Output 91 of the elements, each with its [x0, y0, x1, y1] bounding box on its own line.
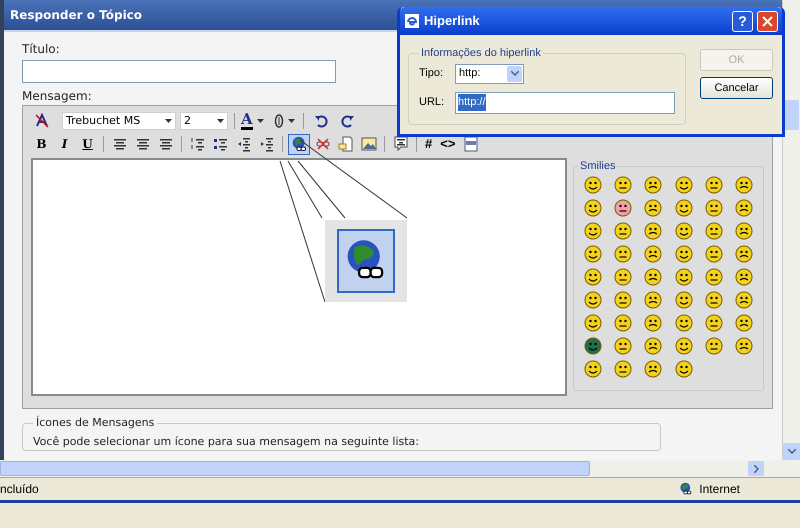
smiley-icon[interactable]	[614, 360, 632, 378]
globe-link-icon	[290, 136, 308, 152]
smiley-icon[interactable]	[734, 176, 753, 194]
smiley-icon[interactable]	[584, 360, 602, 378]
smiley-icon[interactable]	[704, 268, 723, 286]
globe-link-icon	[679, 482, 694, 496]
smiley-icon[interactable]	[644, 290, 662, 308]
caret-icon	[288, 119, 295, 123]
smiley-icon[interactable]	[614, 290, 632, 308]
smiley-icon[interactable]	[614, 222, 632, 240]
smiley-icon[interactable]	[644, 360, 662, 378]
dialog-title: Hiperlink	[424, 12, 481, 30]
smiley-icon[interactable]	[674, 336, 693, 354]
smiley-icon[interactable]	[674, 222, 693, 240]
message-icons-text: Você pode selecionar um ícone para sua mensagem na seguinte lista:	[33, 434, 419, 448]
smiley-icon[interactable]	[674, 176, 693, 194]
page-title: Responder o Tópico	[10, 7, 142, 24]
url-label: URL:	[419, 95, 443, 110]
hyperlink-button[interactable]	[288, 134, 310, 154]
field-label: Mensagem:	[22, 88, 92, 105]
font-select[interactable]: Trebuchet MS	[62, 112, 176, 130]
code-button[interactable]: <>	[437, 134, 458, 154]
format-button[interactable]: I	[54, 134, 75, 154]
horizontal-scrollbar[interactable]	[0, 460, 800, 477]
smiley-icon[interactable]	[584, 222, 602, 240]
message-icons-legend: Ícones de Mensagens	[33, 415, 158, 432]
scroll-thumb[interactable]	[784, 100, 799, 130]
field-label: Título:	[22, 41, 60, 58]
smiley-icon[interactable]	[614, 314, 632, 332]
vertical-scrollbar[interactable]	[782, 0, 800, 460]
help-button[interactable]: ?	[732, 10, 753, 32]
smiley-icon[interactable]	[674, 314, 693, 332]
caret-icon	[256, 119, 264, 123]
font-color-button[interactable]: A	[241, 111, 264, 131]
status-text: ncluído	[0, 481, 39, 498]
smiley-icon[interactable]	[584, 198, 602, 216]
dialog-button[interactable]: Cancelar	[700, 77, 773, 99]
smiley-icon[interactable]	[734, 222, 753, 240]
smiley-icon[interactable]	[584, 314, 602, 332]
format-button[interactable]: B	[31, 134, 52, 154]
smiley-icon[interactable]	[704, 314, 723, 332]
smiley-icon[interactable]	[644, 336, 662, 354]
smiley-icon[interactable]	[674, 360, 693, 378]
smiley-icon[interactable]	[704, 222, 723, 240]
close-icon	[762, 16, 773, 26]
type-label: Tipo:	[419, 66, 443, 82]
smiley-icon[interactable]	[644, 314, 662, 332]
smiley-icon[interactable]	[674, 244, 693, 262]
smiley-icon[interactable]	[734, 268, 753, 286]
smiley-icon[interactable]	[614, 268, 632, 286]
browser-icon	[404, 13, 420, 29]
smiley-icon[interactable]	[644, 176, 662, 194]
smilies-legend: Smilies	[578, 158, 618, 174]
smiley-icon[interactable]	[614, 244, 632, 262]
smiley-icon[interactable]	[734, 244, 753, 262]
smiley-icon[interactable]	[644, 222, 662, 240]
type-select[interactable]: http:	[455, 64, 524, 84]
zone-text: Internet	[699, 481, 740, 498]
smiley-icon[interactable]	[644, 244, 662, 262]
smiley-icon[interactable]	[704, 336, 723, 354]
smiley-icon[interactable]	[584, 244, 602, 262]
smiley-icon[interactable]	[584, 290, 602, 308]
smiley-icon[interactable]	[704, 244, 723, 262]
smiley-icon[interactable]	[614, 176, 632, 194]
smiley-icon[interactable]	[584, 268, 602, 286]
smiley-icon[interactable]	[584, 336, 602, 354]
smiley-icon[interactable]	[734, 198, 753, 216]
smiley-icon[interactable]	[644, 268, 662, 286]
smiley-icon[interactable]	[734, 314, 753, 332]
smiley-icon[interactable]	[614, 198, 632, 216]
smiley-icon[interactable]	[584, 176, 602, 194]
caret-icon	[165, 119, 172, 123]
smiley-icon[interactable]	[734, 290, 753, 308]
title-input-field[interactable]	[22, 60, 336, 83]
highlight-icon	[274, 114, 284, 128]
smiley-icon[interactable]	[674, 290, 693, 308]
url-input-field[interactable]: http://	[455, 92, 675, 114]
smiley-icon[interactable]	[674, 268, 693, 286]
smiley-icon[interactable]	[704, 176, 723, 194]
smiley-icon[interactable]	[674, 198, 693, 216]
smiley-icon[interactable]	[614, 336, 632, 354]
smiley-icon[interactable]	[644, 198, 662, 216]
size-select[interactable]: 2	[180, 112, 228, 130]
caret-icon	[217, 119, 224, 123]
smiley-icon[interactable]	[734, 336, 753, 354]
code-button[interactable]: #	[422, 134, 436, 154]
format-button[interactable]: U	[77, 134, 98, 154]
smiley-icon[interactable]	[704, 290, 723, 308]
smiley-icon[interactable]	[704, 198, 723, 216]
close-button[interactable]	[757, 10, 778, 32]
group-legend: Informações do hiperlink	[419, 45, 543, 62]
